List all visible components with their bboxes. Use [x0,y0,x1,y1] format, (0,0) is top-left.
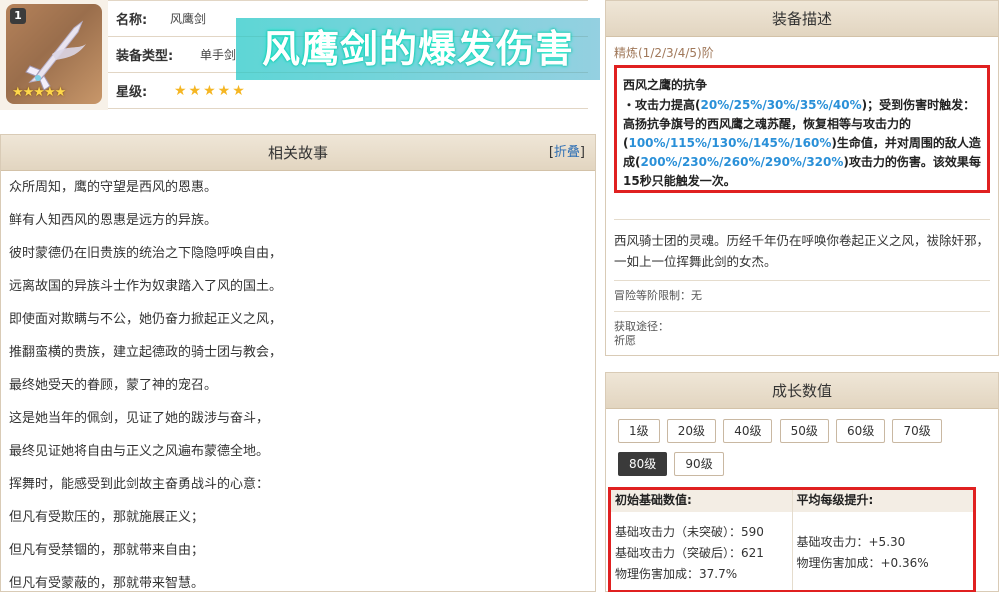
growth-title: 成长数值 [771,382,832,400]
passive-value: 100%/115%/130%/145%/160% [628,136,832,150]
base-stats-column: 初始基础数值: 基础攻击力（未突破）：590 基础攻击力（突破后）：621 物理… [611,490,792,590]
level-button-80[interactable]: 80级 [618,452,668,476]
source-info: 获取途径： 祈愿 [614,311,990,348]
story-line: 众所周知，鹰的守望是西风的恩惠。 [9,180,218,195]
story-header: 相关故事 [折叠] [1,135,595,171]
description-header: 装备描述 [606,1,998,37]
level-selector: 1级 20级 40级 50级 60级 70级 80级 90级 [606,409,986,485]
fold-label[interactable]: 折叠 [554,145,580,160]
refine-levels: 精炼(1/2/3/4/5)阶 [614,46,714,60]
story-line: 这是她当年的佩剑，见证了她的跋涉与奋斗， [9,411,270,426]
thumbnail-stars: ★★★★★ [12,85,66,100]
type-value: 单手剑 [200,48,237,62]
story-line: 鲜有人知西风的恩惠是远方的异族。 [9,213,218,228]
name-label: 名称: [116,13,148,28]
level-button-20[interactable]: 20级 [666,419,717,443]
source-label: 获取途径： [614,320,669,333]
fold-bracket-close: ] [579,145,585,160]
ascension-limit: 冒险等阶限制：无 [614,280,990,303]
average-stats-column: 平均每级提升: 基础攻击力：+5.30 物理伤害加成：+0.36% [791,490,973,590]
base-stat: 基础攻击力（突破后）：621 [615,546,764,560]
level-button-60[interactable]: 60级 [836,419,886,443]
story-panel: 相关故事 [折叠] 众所周知，鹰的守望是西风的恩惠。 鲜有人知西风的恩惠是远方的… [0,134,596,592]
fold-toggle[interactable]: [折叠] [549,135,585,171]
base-stat: 物理伤害加成：37.7% [615,567,738,581]
story-line: 即使面对欺瞒与不公，她仍奋力掀起正义之风， [9,312,283,327]
growth-panel: 成长数值 1级 20级 40级 50级 60级 70级 80级 90级 初始基础… [605,372,999,592]
weapon-card: 1 ★★★★★ [0,0,108,110]
level-button-40[interactable]: 40级 [723,419,773,443]
level-button-50[interactable]: 50级 [779,419,829,443]
base-stat: 基础攻击力（未突破）：590 [615,525,764,539]
average-stat: 基础攻击力：+5.30 [796,535,906,549]
story-line: 最终见证她将自由与正义之风遍布蒙德全地。 [9,444,270,459]
level-button-70[interactable]: 70级 [892,419,942,443]
rarity-badge: 1 [10,8,26,24]
passive-value: 200%/230%/260%/290%/320% [640,155,844,169]
story-line: 但凡有受欺压的，那就施展正义； [9,510,205,525]
story-line: 远离故国的异族斗士作为奴隶踏入了风的国土。 [9,279,283,294]
growth-header: 成长数值 [606,373,998,409]
story-line: 挥舞时，能感受到此剑故主奋勇战斗的心意： [9,477,270,492]
type-label: 装备类型: [116,49,174,64]
story-line: 最终她受天的眷顾，蒙了神的宠召。 [9,378,218,393]
passive-name: 西风之鹰的抗争 [623,78,708,92]
story-title: 相关故事 [267,144,328,162]
average-stats-heading: 平均每级提升: [792,490,973,512]
story-line: 推翻蛮横的贵族，建立起德政的骑士团与教会， [9,345,283,360]
passive-value: 20%/25%/30%/35%/40% [700,98,862,112]
level-button-1[interactable]: 1级 [618,419,660,443]
stats-highlight-box: 初始基础数值: 基础攻击力（未突破）：590 基础攻击力（突破后）：621 物理… [608,487,976,592]
description-title: 装备描述 [771,10,832,28]
stars-label: 星级: [116,85,148,100]
description-panel: 装备描述 精炼(1/2/3/4/5)阶 西风之鹰的抗争 ・攻击力提高(20%/2… [605,0,999,356]
passive-highlight-box: 西风之鹰的抗争 ・攻击力提高(20%/25%/30%/35%/40%)；受到伤害… [614,65,990,193]
weapon-thumbnail: 1 ★★★★★ [6,4,102,104]
passive-text: ・攻击力提高(20%/25%/30%/35%/40%)；受到伤害时触发：高扬抗争… [623,96,981,191]
story-line: 彼时蒙德仍在旧贵族的统治之下隐隐呼唤自由， [9,246,283,261]
level-button-90[interactable]: 90级 [674,452,724,476]
source-value: 祈愿 [614,334,636,347]
story-lines: 众所周知，鹰的守望是西风的恩惠。 鲜有人知西风的恩惠是远方的异族。 彼时蒙德仍在… [1,171,595,592]
weapon-lore: 西风骑士团的灵魂。历经千年仍在呼唤你卷起正义之风，祓除奸邪，一如上一位挥舞此剑的… [614,233,990,269]
story-line: 但凡有受蒙蔽的，那就带来智慧。 [9,576,205,591]
average-stat: 物理伤害加成：+0.36% [796,556,929,570]
name-value: 风鹰剑 [170,12,207,26]
star-rating-icon: ★★★★★ [174,82,247,99]
divider [614,219,990,220]
overlay-title: 风鹰剑的爆发伤害 [236,18,600,80]
passive-text-part: ・攻击力提高( [623,98,701,112]
story-line: 但凡有受禁锢的，那就带来自由； [9,543,205,558]
description-body: 精炼(1/2/3/4/5)阶 西风之鹰的抗争 ・攻击力提高(20%/25%/30… [606,37,998,354]
base-stats-heading: 初始基础数值: [611,490,792,512]
sword-icon [25,20,86,91]
